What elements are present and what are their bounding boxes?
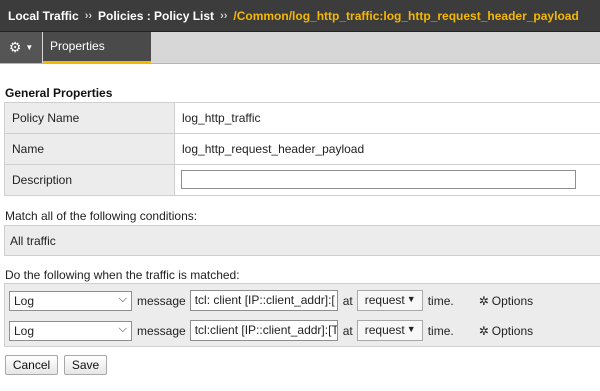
conditions-label: Match all of the following conditions: bbox=[5, 209, 198, 223]
description-input[interactable] bbox=[181, 170, 576, 189]
message-label: message bbox=[137, 323, 186, 338]
action-select[interactable]: Log ⌵ bbox=[9, 320, 132, 341]
policy-name-label: Policy Name bbox=[4, 103, 175, 133]
general-properties-table: Policy Name log_http_traffic Name log_ht… bbox=[4, 102, 600, 196]
message-input[interactable]: tcl: client [IP::client_addr]:[ bbox=[189, 290, 338, 311]
table-row: Policy Name log_http_traffic bbox=[4, 103, 600, 134]
caret-down-icon: ▼ bbox=[406, 294, 416, 304]
event-select[interactable]: request ▼ bbox=[356, 320, 423, 341]
action-select-value: Log bbox=[14, 323, 35, 338]
breadcrumb: Local Traffic ›› Policies : Policy List … bbox=[0, 0, 600, 32]
message-label: message bbox=[137, 293, 186, 308]
conditions-value: All traffic bbox=[4, 225, 600, 256]
action-row: Log ⌵ message tcl:client [IP::client_add… bbox=[9, 320, 533, 341]
action-select[interactable]: Log ⌵ bbox=[9, 290, 132, 311]
cancel-button[interactable]: Cancel bbox=[5, 355, 58, 375]
cog-icon: ✲ bbox=[478, 323, 489, 338]
breadcrumb-separator: ›› bbox=[220, 9, 228, 22]
tab-bar: ⚙ ▼ Properties bbox=[0, 32, 600, 64]
save-button[interactable]: Save bbox=[64, 355, 107, 375]
gear-menu-button[interactable]: ⚙ ▼ bbox=[0, 32, 42, 63]
table-row: Name log_http_request_header_payload bbox=[4, 134, 600, 165]
tab-properties[interactable]: Properties bbox=[43, 32, 151, 64]
event-select-value: request bbox=[364, 323, 405, 337]
caret-down-icon: ▼ bbox=[25, 43, 34, 52]
actions-panel: Log ⌵ message tcl: client [IP::client_ad… bbox=[4, 283, 600, 347]
chevron-down-icon: ⌵ bbox=[118, 322, 127, 335]
general-properties-title: General Properties bbox=[5, 86, 113, 100]
breadcrumb-separator: ›› bbox=[84, 9, 93, 22]
name-label: Name bbox=[4, 134, 175, 164]
event-select-value: request bbox=[364, 293, 405, 307]
time-label: time. bbox=[427, 323, 454, 338]
options-label: Options bbox=[491, 293, 534, 308]
gear-icon: ⚙ bbox=[8, 39, 22, 55]
event-select[interactable]: request ▼ bbox=[356, 290, 423, 311]
message-input[interactable]: tcl:client [IP::client_addr]:[T bbox=[189, 320, 338, 341]
options-label: Options bbox=[491, 323, 534, 338]
chevron-down-icon: ⌵ bbox=[118, 292, 127, 305]
description-label: Description bbox=[4, 165, 175, 195]
options-link[interactable]: ✲ Options bbox=[479, 294, 533, 308]
breadcrumb-current-policy: /Common/log_http_traffic:log_http_reques… bbox=[233, 8, 579, 23]
table-row: Description bbox=[4, 165, 600, 196]
action-row: Log ⌵ message tcl: client [IP::client_ad… bbox=[9, 290, 533, 311]
action-select-value: Log bbox=[14, 293, 35, 308]
options-link[interactable]: ✲ Options bbox=[479, 324, 533, 338]
actions-label: Do the following when the traffic is mat… bbox=[5, 268, 240, 282]
policy-name-value: log_http_traffic bbox=[175, 103, 600, 133]
time-label: time. bbox=[427, 293, 454, 308]
breadcrumb-policy-list[interactable]: Policies : Policy List bbox=[98, 9, 214, 23]
at-label: at bbox=[342, 323, 353, 338]
at-label: at bbox=[342, 293, 353, 308]
name-value: log_http_request_header_payload bbox=[175, 134, 600, 164]
caret-down-icon: ▼ bbox=[406, 324, 416, 334]
cog-icon: ✲ bbox=[478, 293, 489, 308]
breadcrumb-local-traffic[interactable]: Local Traffic bbox=[8, 9, 79, 23]
